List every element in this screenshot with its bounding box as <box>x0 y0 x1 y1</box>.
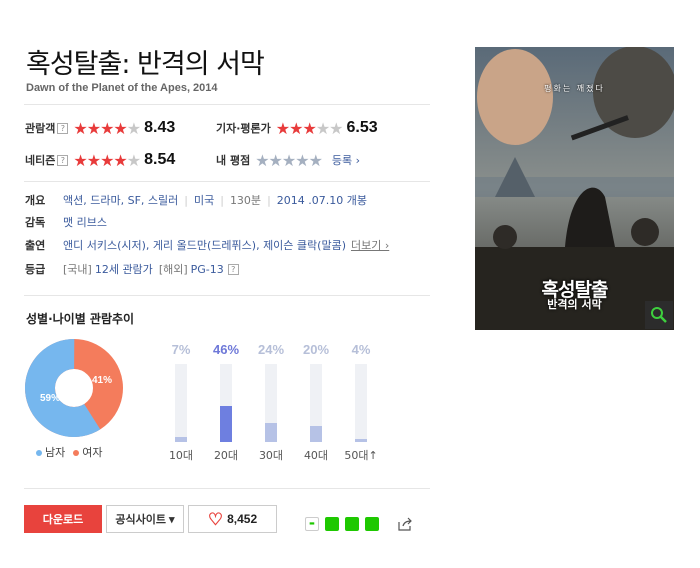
age-bar-label: 10대 <box>168 449 194 462</box>
age-bar-pct: 24% <box>257 342 285 357</box>
age-bar: 46% 20대 <box>201 342 251 463</box>
female-pct-label: 41% <box>92 375 112 386</box>
age-bar-track <box>265 364 277 442</box>
grade-label: 등급 <box>25 263 46 276</box>
audience-stars: ★★★★★ <box>73 118 141 138</box>
divider <box>24 181 430 182</box>
download-button[interactable]: 다운로드 <box>24 505 102 533</box>
grade-domestic-tag: [국내] <box>63 263 92 276</box>
director-row: 감독 맷 리브스 <box>25 214 107 230</box>
age-bar-fill <box>355 439 367 442</box>
age-bar: 24% 30대 <box>246 342 296 463</box>
movie-subtitle: Dawn of the Planet of the Apes, 2014 <box>26 82 218 94</box>
age-bar-track <box>175 364 187 442</box>
demographics-title: 성별·나이별 관람추이 <box>26 312 135 326</box>
my-rating-stars[interactable]: ★★★★★ <box>255 151 323 170</box>
legend-male: 남자 <box>36 444 65 460</box>
naver-share-icon[interactable]: ▬ <box>305 517 319 531</box>
grade-row: 등급 [국내] 12세 관람가 [해외] PG-13 ? <box>25 261 239 277</box>
critic-rating: 기자·평론가 ★★★★★ 6.53 <box>216 118 378 138</box>
age-bar-track <box>310 364 322 442</box>
cafe-share-icon[interactable] <box>365 517 379 531</box>
help-icon[interactable]: ? <box>227 263 239 275</box>
critic-score: 6.53 <box>346 119 378 136</box>
heart-icon: ♡ <box>207 509 224 529</box>
age-bar-label: 30대 <box>258 449 284 462</box>
age-bar-label: 50대↑ <box>344 449 378 462</box>
critic-rating-label: 기자·평론가 <box>216 122 271 135</box>
netizen-rating: 네티즌? ★★★★★ 8.54 <box>25 150 175 170</box>
grade-domestic[interactable]: 12세 관람가 <box>95 261 153 277</box>
male-pct-label: 59% <box>40 393 60 404</box>
my-rating-label: 내 평점 <box>216 154 251 167</box>
my-rating: 내 평점 ★★★★★ 등록 › <box>216 150 360 170</box>
age-bar-fill <box>265 423 277 442</box>
page-title: 혹성탈출: 반격의 서막 <box>26 49 265 80</box>
cast-label: 출연 <box>25 239 46 252</box>
more-cast-link[interactable]: 더보기 › <box>351 237 389 253</box>
poster-tagline: 평화는 깨졌다 <box>544 84 605 93</box>
cast-links[interactable]: 앤디 서키스(시저), 게리 올드만(드레퓌스), 제이슨 클락(말콤) <box>63 237 346 253</box>
age-bar-pct: 7% <box>171 342 191 357</box>
divider <box>24 104 430 105</box>
gender-legend: 남자 여자 <box>36 444 103 460</box>
divider <box>24 488 430 489</box>
register-rating-link[interactable]: 등록 › <box>332 152 360 168</box>
age-bar: 20% 40대 <box>291 342 341 463</box>
age-bar-fill <box>220 406 232 442</box>
netizen-rating-label: 네티즌 <box>25 154 56 167</box>
magnifier-icon <box>651 307 667 323</box>
age-bar: 4% 50대↑ <box>336 342 386 463</box>
share-icon[interactable] <box>398 517 413 531</box>
director-link[interactable]: 맷 리브스 <box>63 214 107 230</box>
divider <box>24 295 430 296</box>
grade-foreign[interactable]: PG-13 <box>191 263 224 276</box>
age-bar-pct: 4% <box>351 342 371 357</box>
grade-foreign-tag: [해외] <box>158 263 188 276</box>
age-bar-pct: 46% <box>212 342 240 357</box>
help-icon[interactable]: ? <box>57 154 69 166</box>
zoom-button[interactable] <box>645 301 673 329</box>
band-share-icon[interactable] <box>325 517 339 531</box>
country-link[interactable]: 미국 <box>194 192 214 208</box>
runtime: 130분 <box>229 194 262 207</box>
audience-score: 8.43 <box>144 119 176 136</box>
cast-row: 출연 앤디 서키스(시저), 게리 올드만(드레퓌스), 제이슨 클락(말콤) … <box>25 237 389 253</box>
netizen-stars: ★★★★★ <box>73 150 141 170</box>
release-date[interactable]: 2014 .07.10 개봉 <box>277 192 367 208</box>
blog-share-icon[interactable] <box>345 517 359 531</box>
critic-stars: ★★★★★ <box>275 118 344 138</box>
like-count: 8,452 <box>227 512 258 526</box>
netizen-score: 8.54 <box>144 151 176 168</box>
age-bar-label: 40대 <box>303 449 329 462</box>
audience-rating: 관람객? ★★★★★ 8.43 <box>25 118 175 138</box>
legend-female: 여자 <box>73 444 103 460</box>
age-bar: 7% 10대 <box>156 342 206 463</box>
genre-links[interactable]: 액션, 드라마, SF, 스릴러 <box>63 192 178 208</box>
gender-donut-chart: 59% 41% <box>25 339 123 437</box>
age-bar-track <box>220 364 232 442</box>
age-bar-pct: 20% <box>302 342 330 357</box>
help-icon[interactable]: ? <box>57 122 69 134</box>
official-site-button[interactable]: 공식사이트 ▾ <box>106 505 184 533</box>
audience-rating-label: 관람객 <box>25 122 56 135</box>
overview-row: 개요 액션, 드라마, SF, 스릴러 | 미국 | 130분 | 2014 .… <box>25 192 367 208</box>
age-bar-label: 20대 <box>213 449 239 462</box>
director-label: 감독 <box>25 216 46 229</box>
age-bar-track <box>355 364 367 442</box>
age-bar-fill <box>175 437 187 442</box>
age-bar-fill <box>310 426 322 442</box>
overview-label: 개요 <box>25 194 46 207</box>
like-button[interactable]: ♡ 8,452 <box>188 505 277 533</box>
movie-poster[interactable]: 평화는 깨졌다 혹성탈출 반격의 서막 <box>475 47 674 330</box>
